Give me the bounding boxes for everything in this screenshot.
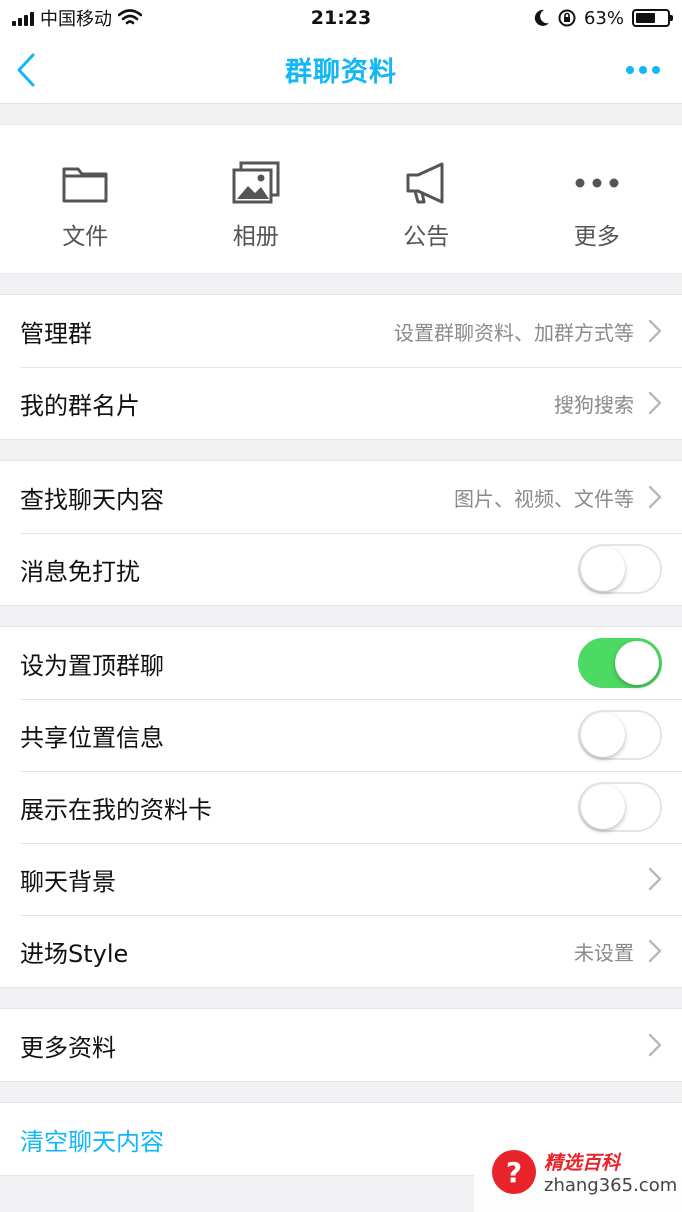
chevron-right-icon bbox=[648, 1033, 662, 1057]
quick-action-notice[interactable]: 公告 bbox=[341, 125, 512, 273]
battery-icon bbox=[632, 9, 673, 27]
battery-percent: 63% bbox=[583, 7, 624, 29]
status-bar: 中国移动 21:23 63% bbox=[0, 0, 682, 36]
mute-toggle[interactable] bbox=[578, 544, 662, 594]
row-title: 展示在我的资料卡 bbox=[20, 795, 212, 824]
toggle-knob bbox=[615, 641, 659, 685]
row-right bbox=[578, 638, 662, 688]
section-gap bbox=[0, 104, 682, 124]
folder-icon bbox=[59, 159, 111, 207]
chevron-right-icon bbox=[648, 485, 662, 509]
toggle-knob bbox=[581, 713, 625, 757]
carrier-name: 中国移动 bbox=[40, 9, 112, 30]
question-icon: ? bbox=[492, 1150, 536, 1194]
watermark-text: 精选百科 zhang365.com bbox=[544, 1148, 677, 1196]
chat-background-row[interactable]: 聊天背景 bbox=[0, 843, 682, 915]
back-button[interactable] bbox=[6, 50, 46, 90]
row-right bbox=[578, 782, 662, 832]
row-detail: 图片、视频、文件等 bbox=[454, 486, 634, 511]
chevron-right-icon bbox=[648, 867, 662, 891]
share-location-row: 共享位置信息 bbox=[0, 699, 682, 771]
row-right bbox=[578, 544, 662, 594]
row-detail: 未设置 bbox=[574, 940, 634, 965]
show-on-card-row: 展示在我的资料卡 bbox=[0, 771, 682, 843]
toggle-knob bbox=[581, 547, 625, 591]
chevron-left-icon bbox=[17, 53, 35, 87]
row-title: 进场Style bbox=[20, 939, 129, 968]
row-title: 更多资料 bbox=[20, 1033, 116, 1062]
settings-group-chat: 查找聊天内容 图片、视频、文件等 消息免打扰 bbox=[0, 460, 682, 606]
page-title: 群聊资料 bbox=[285, 57, 397, 88]
pin-chat-row: 设为置顶群聊 bbox=[0, 627, 682, 699]
ellipsis-icon bbox=[571, 159, 623, 207]
nav-bar: 群聊资料 bbox=[0, 36, 682, 104]
settings-group-display: 设为置顶群聊 共享位置信息 展示在我的资料卡 聊天背景 进场Style 未设置 bbox=[0, 626, 682, 988]
clear-chat-button[interactable]: 清空聊天内容 bbox=[20, 1122, 164, 1157]
chevron-right-icon bbox=[648, 319, 662, 343]
row-detail: 搜狗搜索 bbox=[554, 392, 634, 417]
section-gap bbox=[0, 274, 682, 294]
manage-group-row[interactable]: 管理群 设置群聊资料、加群方式等 bbox=[0, 295, 682, 367]
status-left: 中国移动 bbox=[12, 5, 142, 31]
ellipsis-dot bbox=[652, 66, 660, 74]
chevron-right-icon bbox=[648, 391, 662, 415]
orientation-lock-icon bbox=[558, 9, 576, 27]
row-title: 共享位置信息 bbox=[20, 723, 164, 752]
entry-style-row[interactable]: 进场Style 未设置 bbox=[0, 915, 682, 987]
battery-fill bbox=[636, 13, 655, 23]
row-title: 管理群 bbox=[20, 319, 92, 348]
row-right: 图片、视频、文件等 bbox=[454, 483, 662, 512]
megaphone-icon bbox=[400, 159, 452, 207]
row-title: 我的群名片 bbox=[20, 391, 140, 420]
share-location-toggle[interactable] bbox=[578, 710, 662, 760]
group-card-row[interactable]: 我的群名片 搜狗搜索 bbox=[0, 367, 682, 439]
watermark: ? 精选百科 zhang365.com bbox=[474, 1132, 682, 1212]
row-right bbox=[648, 1033, 662, 1057]
pin-toggle[interactable] bbox=[578, 638, 662, 688]
row-right bbox=[578, 710, 662, 760]
mute-row: 消息免打扰 bbox=[0, 533, 682, 605]
quick-action-album[interactable]: 相册 bbox=[171, 125, 342, 273]
row-right: 设置群聊资料、加群方式等 bbox=[394, 317, 662, 346]
more-button[interactable] bbox=[626, 60, 660, 80]
quick-action-label: 相册 bbox=[232, 224, 279, 250]
more-info-row[interactable]: 更多资料 bbox=[0, 1009, 682, 1081]
row-title: 查找聊天内容 bbox=[20, 485, 164, 514]
watermark-url: zhang365.com bbox=[544, 1175, 678, 1196]
settings-group-manage: 管理群 设置群聊资料、加群方式等 我的群名片 搜狗搜索 bbox=[0, 294, 682, 440]
search-chat-row[interactable]: 查找聊天内容 图片、视频、文件等 bbox=[0, 461, 682, 533]
row-right: 未设置 bbox=[574, 937, 662, 966]
ellipsis-dot bbox=[639, 66, 647, 74]
quick-action-label: 公告 bbox=[403, 224, 450, 250]
settings-group-more: 更多资料 bbox=[0, 1008, 682, 1082]
signal-icon bbox=[12, 10, 34, 26]
quick-actions: 文件 相册 公告 更多 bbox=[0, 124, 682, 274]
section-gap bbox=[0, 606, 682, 626]
quick-action-more[interactable]: 更多 bbox=[512, 125, 682, 273]
quick-action-files[interactable]: 文件 bbox=[0, 125, 171, 273]
wifi-icon bbox=[118, 9, 142, 25]
row-title: 消息免打扰 bbox=[20, 557, 140, 586]
photo-album-icon bbox=[230, 159, 282, 207]
section-gap bbox=[0, 440, 682, 460]
status-right: 63% bbox=[534, 7, 673, 29]
quick-action-label: 文件 bbox=[62, 224, 109, 250]
show-on-card-toggle[interactable] bbox=[578, 782, 662, 832]
row-title: 聊天背景 bbox=[20, 867, 116, 896]
section-gap bbox=[0, 1082, 682, 1102]
watermark-title: 精选百科 bbox=[544, 1152, 621, 1174]
row-detail: 设置群聊资料、加群方式等 bbox=[394, 320, 634, 345]
row-right bbox=[648, 867, 662, 891]
quick-action-label: 更多 bbox=[573, 224, 620, 250]
row-right: 搜狗搜索 bbox=[554, 389, 662, 418]
chevron-right-icon bbox=[648, 939, 662, 963]
row-title: 设为置顶群聊 bbox=[20, 651, 164, 680]
section-gap bbox=[0, 988, 682, 1008]
moon-icon bbox=[534, 9, 549, 26]
toggle-knob bbox=[581, 785, 625, 829]
ellipsis-icon bbox=[626, 66, 634, 74]
